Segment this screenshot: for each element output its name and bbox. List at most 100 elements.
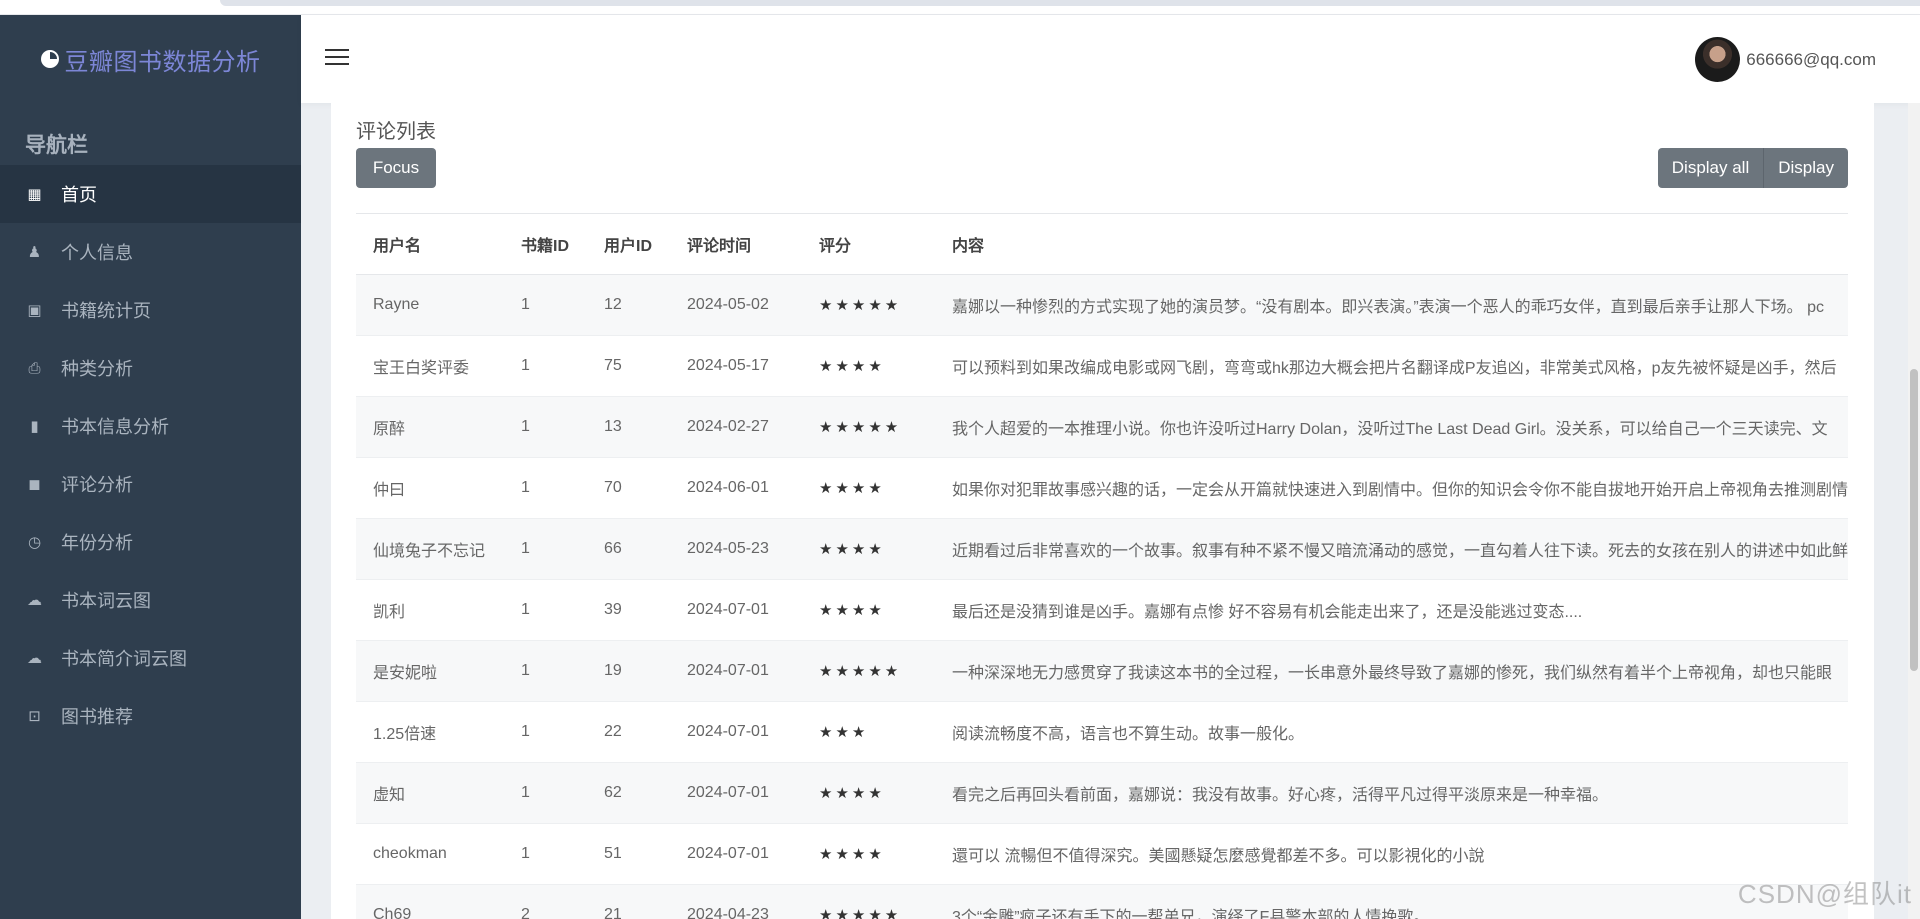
cell-rating: ★★★★★ [802,274,935,336]
cell-book-id: 1 [504,579,587,641]
sidebar-item-label: 个人信息 [61,243,133,263]
column-header[interactable]: 书籍ID [504,214,587,275]
scrollbar-thumb[interactable] [1910,369,1918,671]
sidebar-item-7[interactable]: ☁ 书本词云图 [0,571,301,629]
column-header[interactable]: 用户名 [356,214,504,275]
cell-rating: ★★★★★ [802,640,935,702]
column-header[interactable]: 用户ID [587,214,670,275]
cell-date: 2024-07-01 [670,579,802,641]
comments-table-wrapper[interactable]: 用户名 书籍ID 用户ID 评论时间 评分 内容 Rayne 1 12 2024-05-02 ★★… [356,213,1848,919]
cell-book-id: 2 [504,884,587,919]
app-title: 豆瓣图书数据分析 [64,48,261,76]
cell-content: 看完之后再回头看前面，嘉娜说：我没有故事。好心疼，活得平凡过得平淡原来是一种幸福… [935,762,1848,824]
browser-top-strip [0,0,1920,15]
cell-user-id: 75 [587,335,670,397]
star-box-icon: ⊡ [28,708,41,725]
cell-rating: ★★★★ [802,335,935,397]
display-button-group: Display all Display [1657,148,1848,188]
brand[interactable]: 豆瓣图书数据分析 [0,15,301,103]
cell-content: 3个“金雕”疯子还有手下的一帮弟兄，演绎了F县警本部的人情挽歌。 [935,884,1848,919]
table-body: Rayne 1 12 2024-05-02 ★★★★★ 嘉娜以一种惨烈的方式实现了她的演员… [356,274,1848,919]
comment-icon: ◼ [28,476,41,493]
sidebar-item-3[interactable]: ⎙ 种类分析 [0,339,301,397]
cell-content: 可以预料到如果改编成电影或网飞剧，弯弯或hk那边大概会把片名翻译成P友追凶，非常… [935,335,1848,397]
cell-user-id: 21 [587,884,670,919]
table-row[interactable]: Rayne 1 12 2024-05-02 ★★★★★ 嘉娜以一种惨烈的方式实现了她的演员… [356,274,1848,336]
cell-user-id: 51 [587,823,670,885]
table-row[interactable]: 仙境兔子不忘记 1 66 2024-05-23 ★★★★ 近期看过后非常喜欢的一个故事。叙… [356,518,1848,580]
cell-username: cheokman [356,823,504,885]
sidebar-item-5[interactable]: ◼ 评论分析 [0,455,301,513]
sidebar-item-label: 书籍统计页 [61,301,151,321]
sidebar-item-label: 书本词云图 [61,591,151,611]
sidebar-item-9[interactable]: ⊡ 图书推荐 [0,687,301,745]
cell-username: 1.25倍速 [356,701,504,763]
column-header[interactable]: 评分 [802,214,935,275]
cloud-upload-icon: ☁ [27,650,42,667]
table-row[interactable]: 1.25倍速 1 22 2024-07-01 ★★★ 阅读流畅度不高，语言也不算生动。故事… [356,701,1848,763]
cell-rating: ★★★★ [802,518,935,580]
cell-content: 還可以 流暢但不值得深究。美國懸疑怎麼感覺都差不多。可以影視化的小說 [935,823,1848,885]
table-row[interactable]: 是安妮啦 1 19 2024-07-01 ★★★★★ 一种深深地无力感贯穿了我读这本书的全… [356,640,1848,702]
cell-date: 2024-05-17 [670,335,802,397]
user-email[interactable]: 666666@qq.com [1746,50,1876,70]
table-header-row: 用户名 书籍ID 用户ID 评论时间 评分 内容 [356,214,1848,275]
watermark: CSDN@组队it [1737,879,1912,909]
menu-toggle-icon[interactable] [325,49,349,67]
cell-rating: ★★★★ [802,762,935,824]
table-row[interactable]: cheokman 1 51 2024-07-01 ★★★★ 還可以 流暢但不值得深究。美國… [356,823,1848,885]
cell-book-id: 1 [504,762,587,824]
comment-list-panel: 评论列表 Focus Display all Display 用户名 书籍ID 用户… [331,103,1874,919]
table-row[interactable]: Ch69 2 21 2024-04-23 ★★★★★ 3个“金雕”疯子还有手下的一帮弟兄，… [356,884,1848,919]
cell-content: 一种深深地无力感贯穿了我读这本书的全过程，一长串意外最终导致了嘉娜的惨死，我们纵… [935,640,1848,702]
cell-rating: ★★★★ [802,457,935,519]
avatar[interactable] [1695,37,1741,82]
cell-book-id: 1 [504,274,587,336]
sidebar-item-2[interactable]: ▣ 书籍统计页 [0,281,301,339]
cell-date: 2024-02-27 [670,396,802,458]
column-header[interactable]: 评论时间 [670,214,802,275]
cell-content: 嘉娜以一种惨烈的方式实现了她的演员梦。“没有剧本。即兴表演。”表演一个恶人的乖巧… [935,274,1848,336]
cell-date: 2024-07-01 [670,701,802,763]
cell-user-id: 39 [587,579,670,641]
cell-username: Ch69 [356,884,504,919]
sidebar-item-4[interactable]: ▮ 书本信息分析 [0,397,301,455]
table-row[interactable]: 仲曰 1 70 2024-06-01 ★★★★ 如果你对犯罪故事感兴趣的话，一定会从开篇就… [356,457,1848,519]
pie-chart-logo-icon [40,50,59,68]
cell-book-id: 1 [504,701,587,763]
table-row[interactable]: 原醉 1 13 2024-02-27 ★★★★★ 我个人超爱的一本推理小说。你也许没听过H… [356,396,1848,458]
display-button[interactable]: Display [1763,148,1848,188]
sidebar-nav: ▦ 首页 ♟ 个人信息 ▣ 书籍统计页 ⎙ 种类分析 ▮ 书本信息分析 ◼ 评论分析 ◷ 年份分析 ☁ 书本词… [0,165,301,745]
focus-button[interactable]: Focus [356,148,436,188]
history-icon: ◷ [27,534,42,551]
cell-date: 2024-06-01 [670,457,802,519]
cell-username: 是安妮啦 [356,640,504,702]
cell-book-id: 1 [504,396,587,458]
dashboard-icon: ▦ [27,186,42,203]
book-icon: ▮ [30,418,39,435]
sidebar-item-8[interactable]: ☁ 书本简介词云图 [0,629,301,687]
cell-content: 最后还是没猜到谁是凶手。嘉娜有点惨 好不容易有机会能走出来了，还是没能逃过变态.… [935,579,1848,641]
table-row[interactable]: 凯利 1 39 2024-07-01 ★★★★ 最后还是没猜到谁是凶手。嘉娜有点惨 好不容… [356,579,1848,641]
table-row[interactable]: 虚知 1 62 2024-07-01 ★★★★ 看完之后再回头看前面，嘉娜说：我没有故事。… [356,762,1848,824]
display-all-button[interactable]: Display all [1657,148,1764,188]
column-header[interactable]: 内容 [935,214,1848,275]
sidebar-item-0[interactable]: ▦ 首页 [0,165,301,223]
cell-content: 阅读流畅度不高，语言也不算生动。故事一般化。 [935,701,1848,763]
cell-rating: ★★★★★ [802,396,935,458]
cell-book-id: 1 [504,823,587,885]
cell-username: 凯利 [356,579,504,641]
sidebar-item-1[interactable]: ♟ 个人信息 [0,223,301,281]
cell-date: 2024-05-02 [670,274,802,336]
cell-rating: ★★★★ [802,579,935,641]
nav-heading: 导航栏 [25,134,88,157]
page-scrollbar[interactable] [1908,103,1920,919]
person-icon: ♟ [27,244,42,261]
cell-rating: ★★★★ [802,823,935,885]
printer-icon: ⎙ [28,359,41,377]
table-row[interactable]: 宝王白奖评委 1 75 2024-05-17 ★★★★ 可以预料到如果改编成电影或网飞剧，… [356,335,1848,397]
sidebar-item-6[interactable]: ◷ 年份分析 [0,513,301,571]
sidebar-item-label: 种类分析 [61,359,133,379]
user-menu[interactable]: 666666@qq.com [1695,37,1876,82]
sidebar-item-label: 图书推荐 [61,707,133,727]
